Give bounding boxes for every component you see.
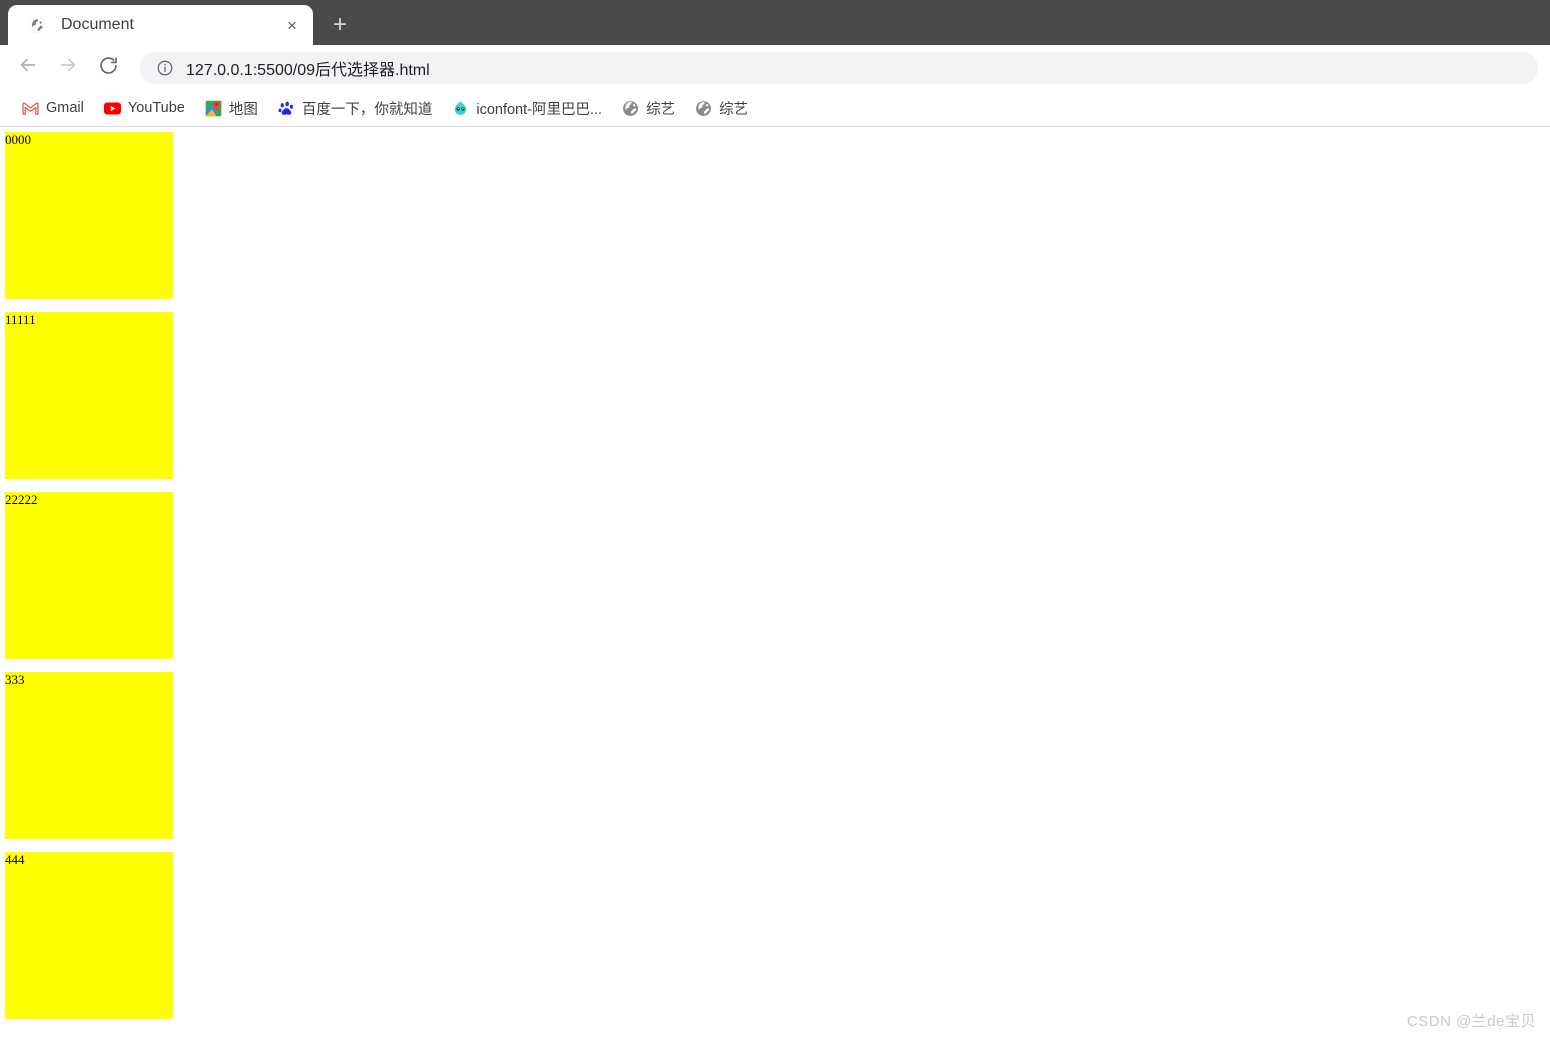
- globe-icon: [622, 100, 639, 117]
- bookmarks-bar: Gmail YouTube 地图 百度一下，你就知道 iconfont-阿里巴巴…: [0, 90, 1550, 127]
- back-button[interactable]: [10, 50, 46, 86]
- yellow-box: 11111: [5, 312, 173, 479]
- address-bar[interactable]: 127.0.0.1:5500/09后代选择器.html: [140, 51, 1538, 84]
- gmail-icon: [22, 100, 39, 117]
- yellow-box: 0000: [5, 132, 173, 299]
- bookmark-maps[interactable]: 地图: [197, 94, 266, 122]
- page-content: 0000 11111 22222 333 444: [0, 127, 1550, 1019]
- browser-toolbar: 127.0.0.1:5500/09后代选择器.html: [0, 45, 1550, 90]
- bookmark-iconfont[interactable]: iconfont-阿里巴巴...: [444, 94, 610, 122]
- bookmark-youtube[interactable]: YouTube: [96, 94, 193, 122]
- tab-title: Document: [61, 16, 134, 33]
- google-maps-icon: [205, 100, 222, 117]
- youtube-icon: [103, 100, 121, 117]
- iconfont-icon: [452, 100, 469, 117]
- arrow-right-icon: [57, 54, 79, 81]
- forward-button[interactable]: [50, 50, 86, 86]
- info-circle-icon[interactable]: [156, 59, 174, 77]
- bookmark-label: 综艺: [719, 101, 749, 118]
- page-viewport: 0000 11111 22222 333 444 CSDN @兰de宝贝: [0, 127, 1550, 1039]
- bookmark-label: 地图: [228, 101, 258, 118]
- bookmark-label: 百度一下，你就知道: [301, 101, 433, 118]
- bookmark-label: 综艺: [646, 101, 676, 118]
- reload-button[interactable]: [90, 50, 126, 86]
- bookmark-baidu[interactable]: 百度一下，你就知道: [270, 94, 441, 122]
- bookmark-zongyi-1[interactable]: 综艺: [614, 94, 683, 122]
- arrow-left-icon: [17, 54, 39, 81]
- browser-tab-document[interactable]: Document ×: [8, 5, 313, 45]
- bookmark-gmail[interactable]: Gmail: [14, 94, 92, 122]
- yellow-box: 333: [5, 672, 173, 839]
- baidu-icon: [278, 100, 295, 117]
- bookmark-label: Gmail: [46, 100, 84, 116]
- yellow-box: 444: [5, 852, 173, 1019]
- bookmark-label: YouTube: [127, 100, 185, 116]
- yellow-box: 22222: [5, 492, 173, 659]
- tab-strip: Document × +: [0, 0, 1550, 45]
- browser-window: Document × + 127.0.0.1:5500/09后代选择器.html…: [0, 0, 1550, 1039]
- globe-icon: [28, 16, 46, 34]
- bookmark-label: iconfont-阿里巴巴...: [476, 101, 603, 118]
- new-tab-button[interactable]: +: [323, 8, 357, 42]
- csdn-watermark: CSDN @兰de宝贝: [1406, 1013, 1536, 1030]
- close-icon[interactable]: ×: [281, 14, 303, 36]
- address-bar-url: 127.0.0.1:5500/09后代选择器.html: [186, 61, 430, 79]
- globe-icon: [695, 100, 712, 117]
- bookmark-zongyi-2[interactable]: 综艺: [687, 94, 756, 122]
- reload-icon: [98, 55, 119, 81]
